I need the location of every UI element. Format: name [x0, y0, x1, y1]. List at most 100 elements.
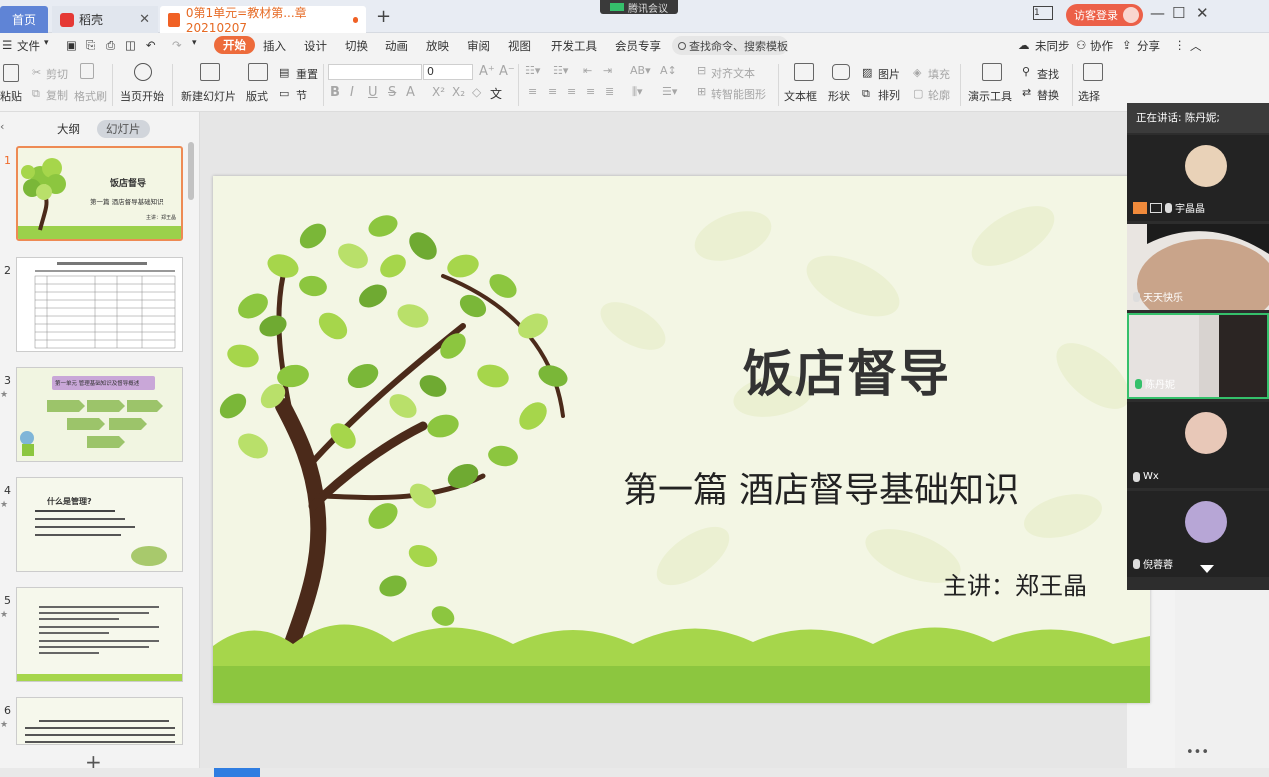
- reset-icon[interactable]: ▤: [279, 66, 289, 79]
- find-button[interactable]: 查找: [1037, 66, 1059, 82]
- smart-graphic-icon[interactable]: ⊞: [697, 85, 706, 98]
- align-right-icon[interactable]: ≡: [567, 85, 576, 98]
- numbered-list-icon[interactable]: ☷▾: [553, 64, 568, 77]
- copy-button[interactable]: 复制: [46, 87, 68, 103]
- strikethrough-icon[interactable]: S: [388, 85, 396, 100]
- superscript-icon[interactable]: X²: [432, 85, 445, 99]
- font-color-icon[interactable]: A: [406, 85, 415, 100]
- minimize-icon[interactable]: —: [1150, 4, 1165, 22]
- export-icon[interactable]: ⎘: [86, 38, 95, 53]
- panel-collapse-icon[interactable]: ‹: [0, 120, 4, 133]
- menu-file[interactable]: 文件: [17, 38, 40, 54]
- font-size-select[interactable]: 0: [423, 64, 473, 80]
- copy-icon[interactable]: ⧉: [32, 87, 40, 101]
- format-painter-icon[interactable]: [80, 63, 94, 79]
- participant-tile[interactable]: 倪蓉蓉: [1127, 491, 1269, 577]
- close-window-icon[interactable]: ✕: [1196, 4, 1209, 22]
- quick-access-dropdown-icon[interactable]: ▾: [192, 38, 197, 48]
- preview-icon[interactable]: ◫: [125, 38, 136, 52]
- menu-view[interactable]: 视图: [508, 38, 531, 54]
- menu-insert[interactable]: 插入: [263, 38, 286, 54]
- guest-login-button[interactable]: 访客登录: [1066, 4, 1143, 26]
- underline-icon[interactable]: U: [368, 85, 378, 100]
- increase-indent-icon[interactable]: ⇥: [603, 64, 612, 77]
- select-button[interactable]: 选择: [1078, 88, 1100, 104]
- text-direction-icon[interactable]: AB▾: [630, 64, 651, 77]
- slide-thumbnail-3[interactable]: 第一单元 管理基础知识及督导概述: [16, 367, 183, 462]
- meeting-badge[interactable]: 腾讯会议: [600, 0, 678, 15]
- tab-home[interactable]: 首页: [0, 6, 48, 33]
- line-spacing-icon[interactable]: A↕: [660, 64, 677, 77]
- picture-icon[interactable]: ▨: [862, 66, 872, 79]
- new-slide-icon[interactable]: [200, 63, 220, 81]
- format-painter-button[interactable]: 格式刷: [74, 88, 107, 104]
- collapse-ribbon-icon[interactable]: ︿: [1190, 38, 1202, 54]
- distribute-icon[interactable]: ≣: [605, 85, 614, 98]
- textbox-button[interactable]: 文本框: [784, 88, 817, 104]
- save-icon[interactable]: ▣: [66, 38, 77, 52]
- clear-format-icon[interactable]: ◇: [472, 85, 481, 99]
- slide-canvas[interactable]: 饭店督导 第一篇 酒店督导基础知识 主讲：郑王晶: [200, 112, 1150, 768]
- shrink-font-icon[interactable]: A⁻: [499, 64, 515, 79]
- collab-button[interactable]: 协作: [1090, 38, 1113, 54]
- close-tab-icon[interactable]: ✕: [139, 12, 150, 27]
- collab-icon[interactable]: ⚇: [1076, 38, 1086, 52]
- new-slide-button[interactable]: 新建幻灯片: [181, 88, 236, 104]
- menu-review[interactable]: 审阅: [467, 38, 490, 54]
- menu-slideshow[interactable]: 放映: [426, 38, 449, 54]
- paste-button[interactable]: 粘贴: [0, 88, 22, 104]
- maximize-icon[interactable]: ☐: [1172, 4, 1185, 22]
- sync-status[interactable]: 未同步: [1035, 38, 1070, 54]
- slide-thumbnail-4[interactable]: 什么是管理?: [16, 477, 183, 572]
- slide-thumbnail-1[interactable]: 饭店督导 第一篇 酒店督导基础知识 主讲：郑王晶: [16, 146, 183, 241]
- print-icon[interactable]: ⎙: [106, 38, 115, 53]
- share-button[interactable]: 分享: [1137, 38, 1160, 54]
- menu-member[interactable]: 会员专享: [615, 38, 661, 54]
- share-icon[interactable]: ⇪: [1122, 38, 1132, 52]
- fill-button[interactable]: 填充: [928, 66, 950, 82]
- shape-icon[interactable]: [832, 64, 850, 80]
- columns-icon[interactable]: ⫼▾: [632, 85, 643, 99]
- more-options-icon[interactable]: •••: [1186, 745, 1209, 760]
- chevron-down-icon[interactable]: ▾: [44, 38, 49, 48]
- cut-button[interactable]: 剪切: [46, 66, 68, 82]
- align-left-icon[interactable]: ≡: [528, 85, 537, 98]
- align-text-icon[interactable]: ⊟: [697, 64, 706, 77]
- tab-outline[interactable]: 大纲: [48, 120, 89, 138]
- italic-icon[interactable]: I: [350, 85, 354, 100]
- cloud-icon[interactable]: ☁: [1018, 38, 1030, 52]
- paste-icon[interactable]: [3, 64, 19, 82]
- replace-icon[interactable]: ⇄: [1022, 86, 1031, 99]
- redo-icon[interactable]: ↷: [172, 38, 182, 52]
- unsaved-dot-icon[interactable]: [352, 16, 358, 23]
- slide-thumbnail-2[interactable]: [16, 257, 183, 352]
- picture-button[interactable]: 图片: [878, 66, 900, 82]
- section-icon[interactable]: ▭: [279, 87, 289, 100]
- menu-design[interactable]: 设计: [304, 38, 327, 54]
- align-center-icon[interactable]: ≡: [548, 85, 557, 98]
- present-tools-button[interactable]: 演示工具: [968, 88, 1012, 104]
- fill-icon[interactable]: ◈: [913, 66, 921, 79]
- page-indicator-icon[interactable]: 1: [1033, 6, 1053, 20]
- slide-thumbnail-6[interactable]: [16, 697, 183, 745]
- scrollbar[interactable]: [188, 142, 194, 200]
- current-slide[interactable]: 饭店督导 第一篇 酒店督导基础知识 主讲：郑王晶: [213, 176, 1150, 703]
- spacing-icon[interactable]: ☰▾: [662, 85, 677, 98]
- grow-font-icon[interactable]: A⁺: [479, 64, 495, 79]
- bold-icon[interactable]: B: [330, 85, 340, 100]
- slide-title[interactable]: 饭店督导: [743, 334, 951, 406]
- menu-animation[interactable]: 动画: [385, 38, 408, 54]
- command-search[interactable]: 查找命令、搜索模板: [672, 36, 788, 55]
- arrange-icon[interactable]: ⧉: [862, 87, 870, 101]
- new-tab-button[interactable]: +: [376, 6, 391, 27]
- participant-tile[interactable]: 宇晶晶: [1127, 135, 1269, 221]
- find-icon[interactable]: ⚲: [1022, 65, 1030, 78]
- undo-icon[interactable]: ↶: [146, 38, 156, 52]
- decrease-indent-icon[interactable]: ⇤: [583, 64, 592, 77]
- tab-docer[interactable]: 稻壳 ✕: [52, 6, 158, 33]
- menu-developer[interactable]: 开发工具: [551, 38, 597, 54]
- participant-tile[interactable]: 天天快乐: [1127, 224, 1269, 310]
- outline-icon[interactable]: ▢: [913, 87, 923, 100]
- menu-start[interactable]: 开始: [214, 36, 255, 54]
- align-text-button[interactable]: 对齐文本: [711, 65, 755, 81]
